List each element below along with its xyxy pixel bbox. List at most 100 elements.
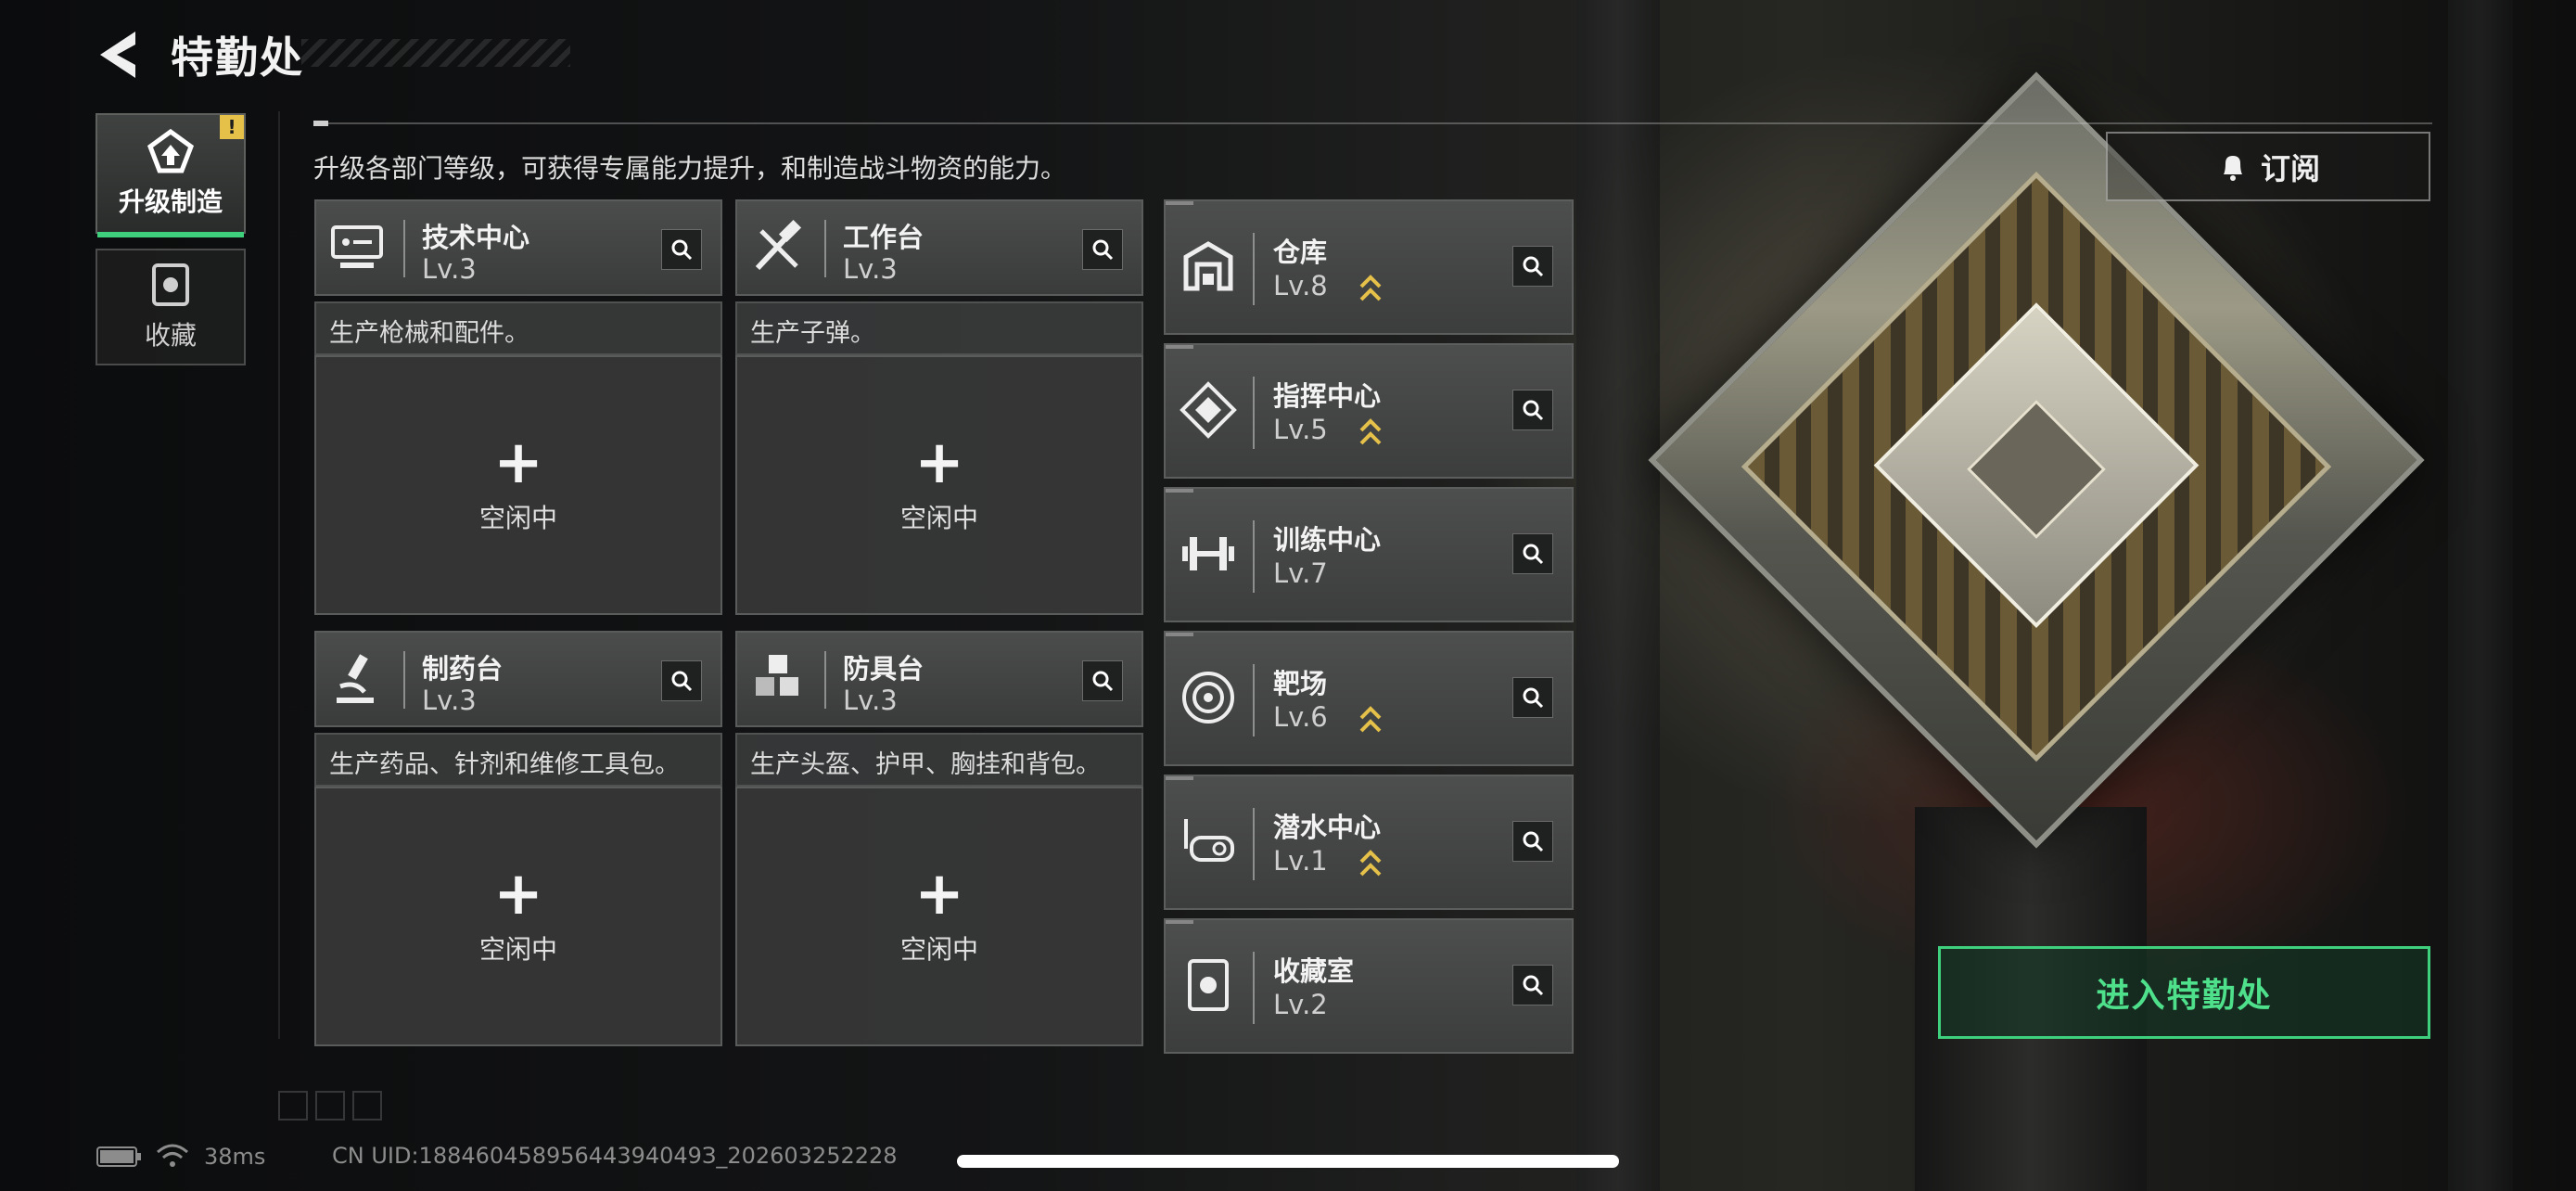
station-description: 生产枪械和配件。	[314, 301, 722, 355]
search-icon	[671, 671, 693, 692]
search-icon	[671, 239, 693, 261]
tab-upgrade-manufacture[interactable]: ! 升级制造	[96, 113, 246, 237]
inspect-button[interactable]	[661, 660, 702, 701]
station-level: Lv.3	[843, 253, 898, 285]
battery-icon	[96, 1146, 141, 1167]
facility-level: Lv.7	[1273, 557, 1328, 589]
search-icon	[1523, 256, 1544, 277]
inspect-button[interactable]	[1512, 390, 1553, 430]
sidebar-divider	[278, 111, 280, 1039]
station-header[interactable]: 防具台 Lv.3	[735, 631, 1143, 727]
facility-name: 仓库	[1273, 237, 1328, 268]
station-name: 技术中心	[422, 222, 530, 253]
facility-shooting-range[interactable]: 靶场 Lv.6	[1164, 631, 1574, 766]
inspect-button[interactable]	[1082, 229, 1123, 270]
production-slot[interactable]: + 空闲中	[735, 787, 1143, 1046]
command-icon	[1180, 381, 1237, 439]
inspect-button[interactable]	[1512, 965, 1553, 1005]
production-slot[interactable]: + 空闲中	[735, 355, 1143, 615]
upgrade-available-icon	[1359, 275, 1382, 301]
warehouse-icon	[1183, 241, 1233, 291]
subscribe-button[interactable]: 订阅	[2106, 132, 2430, 201]
plus-icon: +	[493, 429, 543, 497]
facility-level: Lv.6	[1273, 701, 1328, 733]
station-description: 生产子弹。	[735, 301, 1143, 355]
station-name: 制药台	[422, 653, 504, 685]
decoration-squares	[278, 1091, 382, 1121]
alert-badge: !	[220, 115, 244, 139]
collection-icon	[152, 263, 189, 306]
title-decoration	[301, 39, 570, 67]
page-description: 升级各部门等级，可获得专属能力提升，和制造战斗物资的能力。	[313, 153, 1067, 184]
station-header[interactable]: 技术中心 Lv.3	[314, 199, 722, 296]
microscope-icon	[337, 654, 374, 703]
inspect-button[interactable]	[1512, 821, 1553, 862]
facility-name: 收藏室	[1273, 955, 1355, 987]
inspect-button[interactable]	[1512, 246, 1553, 287]
tab-collection[interactable]: 收藏	[96, 249, 246, 365]
facility-command-center[interactable]: 指挥中心 Lv.5	[1164, 343, 1574, 479]
station-header[interactable]: 工作台 Lv.3	[735, 199, 1143, 296]
production-slot[interactable]: + 空闲中	[314, 355, 722, 615]
separator	[824, 651, 826, 709]
dumbbell-icon	[1182, 537, 1234, 570]
enter-special-ops-button[interactable]: 进入特勤处	[1938, 946, 2430, 1039]
search-icon	[1092, 239, 1114, 261]
inspect-button[interactable]	[1082, 660, 1123, 701]
upgrade-available-icon	[1359, 706, 1382, 733]
facility-collection-room[interactable]: 收藏室 Lv.2	[1164, 918, 1574, 1054]
search-icon	[1523, 400, 1544, 421]
station-header[interactable]: 制药台 Lv.3	[314, 631, 722, 727]
separator	[1253, 952, 1255, 1024]
search-icon	[1523, 975, 1544, 996]
facility-warehouse[interactable]: 仓库 Lv.8	[1164, 199, 1574, 335]
search-icon	[1092, 671, 1114, 692]
header-divider-mark	[313, 121, 328, 126]
separator	[1253, 808, 1255, 880]
separator	[824, 220, 826, 277]
diving-mask-icon	[1184, 819, 1234, 862]
facility-level: Lv.2	[1273, 989, 1328, 1020]
inspect-button[interactable]	[1512, 677, 1553, 718]
inspect-button[interactable]	[661, 229, 702, 270]
tools-icon	[755, 219, 802, 271]
facility-name: 靶场	[1273, 668, 1328, 699]
separator	[1253, 233, 1255, 305]
background-pillar	[2448, 0, 2513, 1191]
back-arrow-icon	[100, 32, 135, 78]
station-description: 生产头盔、护甲、胸挂和背包。	[735, 733, 1143, 787]
user-uid: CN UID:18846045895644394049З_20260325222…	[332, 1143, 898, 1169]
boxes-icon	[756, 655, 798, 696]
station-name: 防具台	[843, 653, 925, 685]
facility-diving-center[interactable]: 潜水中心 Lv.1	[1164, 775, 1574, 910]
facility-level: Lv.8	[1273, 270, 1328, 301]
enter-button-label: 进入特勤处	[2096, 977, 2273, 1015]
tab-label: 升级制造	[118, 186, 223, 217]
inspect-button[interactable]	[1512, 533, 1553, 574]
station-description: 生产药品、针剂和维修工具包。	[314, 733, 722, 787]
subscribe-label: 订阅	[2260, 150, 2320, 186]
separator	[1253, 377, 1255, 449]
upgrade-available-icon	[1359, 850, 1382, 877]
home-indicator[interactable]	[957, 1155, 1619, 1168]
facility-name: 训练中心	[1273, 524, 1382, 556]
header-divider	[313, 122, 2432, 124]
station-name: 工作台	[843, 222, 925, 253]
search-icon	[1523, 831, 1544, 852]
plus-icon: +	[914, 429, 964, 497]
ping-value: 38ms	[204, 1144, 266, 1170]
computer-icon	[331, 225, 383, 268]
separator	[1253, 664, 1255, 736]
back-button[interactable]	[95, 28, 143, 82]
upgrade-available-icon	[1359, 418, 1382, 445]
facility-level: Lv.1	[1273, 845, 1328, 877]
production-slot[interactable]: + 空闲中	[314, 787, 722, 1046]
station-level: Lv.3	[422, 685, 477, 716]
target-icon	[1182, 672, 1234, 724]
facility-training-center[interactable]: 训练中心 Lv.7	[1164, 487, 1574, 622]
search-icon	[1523, 544, 1544, 565]
separator	[1253, 520, 1255, 593]
station-level: Lv.3	[422, 253, 477, 285]
wifi-icon	[157, 1144, 188, 1167]
slot-status: 空闲中	[478, 503, 557, 533]
